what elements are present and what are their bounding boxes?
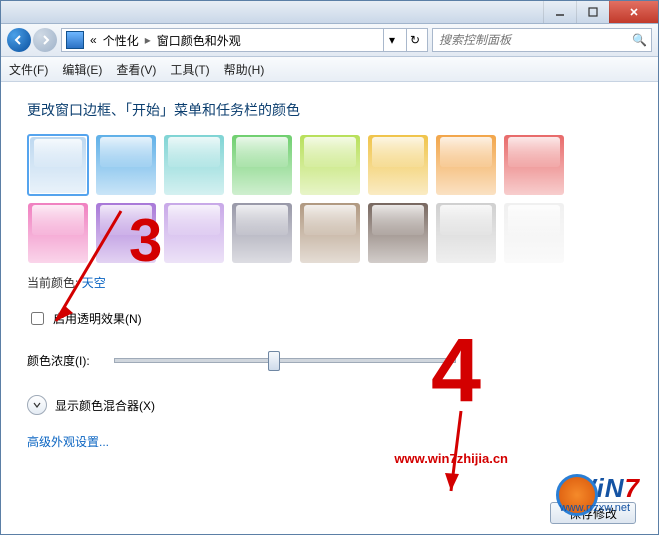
watermark-url: www.win7zhijia.cn [394,451,508,466]
forward-button[interactable] [33,28,57,52]
intensity-label: 颜色浓度(I): [27,352,90,369]
color-swatch[interactable] [27,202,89,264]
intensity-slider[interactable] [114,358,456,363]
monitor-icon [66,31,84,49]
menu-tools[interactable]: 工具(T) [170,61,209,78]
current-color-value: 天空 [82,276,106,290]
search-icon: 🔍 [632,33,647,47]
search-input[interactable] [437,32,628,48]
enable-transparency-checkbox[interactable] [31,312,44,325]
close-button[interactable] [609,1,658,23]
mixer-label: 显示颜色混合器(X) [55,397,155,414]
chevron-right-icon: ▸ [145,33,151,47]
refresh-button[interactable]: ↻ [406,29,423,51]
slider-thumb[interactable] [268,351,280,371]
color-swatch[interactable] [95,202,157,264]
search-box[interactable]: 🔍 [432,28,652,52]
color-swatch[interactable] [367,202,429,264]
color-swatch[interactable] [299,134,361,196]
color-swatch[interactable] [95,134,157,196]
breadcrumb-item[interactable]: 个性化 [103,32,139,49]
advanced-appearance-link[interactable]: 高级外观设置... [27,433,632,450]
maximize-button[interactable] [576,1,609,23]
current-color-label: 当前颜色: [27,276,78,290]
breadcrumb[interactable]: « 个性化 ▸ 窗口颜色和外观 ▾ ↻ [61,28,428,52]
enable-transparency-label: 启用透明效果(N) [53,310,142,327]
menubar: 文件(F) 编辑(E) 查看(V) 工具(T) 帮助(H) [1,57,658,82]
menu-edit[interactable]: 编辑(E) [62,61,102,78]
breadcrumb-dropdown[interactable]: ▾ [383,29,400,51]
back-button[interactable] [7,28,31,52]
current-color-row: 当前颜色: 天空 [27,274,632,291]
breadcrumb-item[interactable]: 窗口颜色和外观 [157,32,241,49]
menu-help[interactable]: 帮助(H) [224,61,265,78]
expand-mixer-button[interactable] [27,395,47,415]
minimize-button[interactable] [543,1,576,23]
color-swatch[interactable] [231,202,293,264]
page-heading: 更改窗口边框、「开始」菜单和任务栏的颜色 [27,100,632,120]
menu-file[interactable]: 文件(F) [9,61,48,78]
color-swatch[interactable] [231,134,293,196]
navbar: « 个性化 ▸ 窗口颜色和外观 ▾ ↻ 🔍 [1,24,658,57]
color-swatch[interactable] [503,202,565,264]
titlebar [1,1,658,24]
color-swatch[interactable] [435,202,497,264]
breadcrumb-prefix: « [90,33,97,47]
color-swatch[interactable] [163,134,225,196]
menu-view[interactable]: 查看(V) [116,61,156,78]
color-swatch-grid [27,134,632,264]
color-swatch[interactable] [503,134,565,196]
color-swatch[interactable] [299,202,361,264]
color-swatch[interactable] [435,134,497,196]
color-swatch[interactable] [27,134,89,196]
color-swatch[interactable] [163,202,225,264]
watermark-site: www.rrzxw.net [560,502,630,514]
color-swatch[interactable] [367,134,429,196]
